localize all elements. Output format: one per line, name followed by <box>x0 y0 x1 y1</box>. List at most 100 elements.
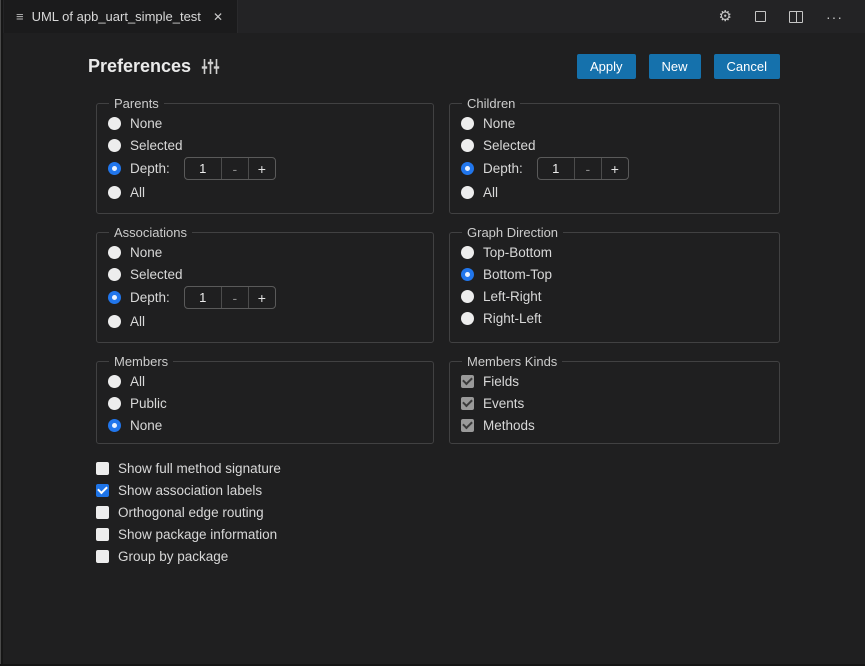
checkbox-show-full-method-signature[interactable] <box>96 462 109 475</box>
radio-associations-none[interactable] <box>108 246 121 259</box>
checkbox-label: Fields <box>483 374 519 389</box>
stepper-decrement-button[interactable]: - <box>574 158 601 179</box>
group-members-kinds: Members Kinds Fields Events Methods <box>449 354 780 444</box>
checkbox-methods[interactable] <box>461 419 474 432</box>
radio-label: All <box>130 374 145 389</box>
list-tree-icon: ≡ <box>16 9 24 24</box>
radio-label: Left-Right <box>483 289 542 304</box>
radio-row: None <box>108 414 423 436</box>
group-parents: Parents None Selected Depth: 1 - + <box>96 96 434 214</box>
window-left-edge <box>0 0 3 666</box>
checkbox-row: Show association labels <box>96 479 780 501</box>
group-associations: Associations None Selected Depth: 1 - + <box>96 225 434 343</box>
radio-row: None <box>108 241 423 263</box>
checkbox-label: Group by package <box>118 549 228 564</box>
checkbox-row: Group by package <box>96 545 780 567</box>
radio-row: All <box>108 310 423 332</box>
radio-associations-depth[interactable] <box>108 291 121 304</box>
radio-row: Left-Right <box>461 285 769 307</box>
radio-label: Selected <box>483 138 536 153</box>
checkbox-group-by-package[interactable] <box>96 550 109 563</box>
radio-label: Selected <box>130 138 183 153</box>
group-children-legend: Children <box>462 96 520 111</box>
radio-associations-selected[interactable] <box>108 268 121 281</box>
display-options-list: Show full method signature Show associat… <box>96 457 780 567</box>
square-icon[interactable] <box>755 11 766 22</box>
radio-children-none[interactable] <box>461 117 474 130</box>
checkbox-row: Show full method signature <box>96 457 780 479</box>
stepper-decrement-button[interactable]: - <box>221 158 248 179</box>
radio-members-all[interactable] <box>108 375 121 388</box>
radio-label: Top-Bottom <box>483 245 552 260</box>
radio-label: None <box>130 116 162 131</box>
group-members-legend: Members <box>109 354 173 369</box>
checkbox-label: Orthogonal edge routing <box>118 505 264 520</box>
checkbox-row: Events <box>461 392 769 414</box>
radio-parents-all[interactable] <box>108 186 121 199</box>
stepper-value[interactable]: 1 <box>538 158 574 179</box>
radio-row: Bottom-Top <box>461 263 769 285</box>
close-icon[interactable]: ✕ <box>213 10 223 24</box>
more-actions-icon[interactable]: ··· <box>826 9 843 25</box>
stepper-increment-button[interactable]: + <box>248 158 275 179</box>
radio-row: Selected <box>108 263 423 285</box>
radio-label: Right-Left <box>483 311 542 326</box>
radio-label: None <box>130 418 162 433</box>
radio-children-all[interactable] <box>461 186 474 199</box>
radio-row: Selected <box>461 134 769 156</box>
stepper-decrement-button[interactable]: - <box>221 287 248 308</box>
header-buttons: Apply New Cancel <box>577 54 780 79</box>
radio-row-depth: Depth: 1 - + <box>461 156 769 181</box>
checkbox-row: Methods <box>461 414 769 436</box>
radio-direction-top-bottom[interactable] <box>461 246 474 259</box>
radio-direction-left-right[interactable] <box>461 290 474 303</box>
radio-members-none[interactable] <box>108 419 121 432</box>
radio-row: All <box>461 181 769 203</box>
checkbox-show-association-labels[interactable] <box>96 484 109 497</box>
radio-row: All <box>108 370 423 392</box>
group-parents-legend: Parents <box>109 96 164 111</box>
radio-label: All <box>130 185 145 200</box>
group-members-kinds-legend: Members Kinds <box>462 354 562 369</box>
stepper-value[interactable]: 1 <box>185 158 221 179</box>
group-graph-direction-legend: Graph Direction <box>462 225 563 240</box>
radio-label: None <box>483 116 515 131</box>
radio-label: None <box>130 245 162 260</box>
radio-direction-right-left[interactable] <box>461 312 474 325</box>
radio-row-depth: Depth: 1 - + <box>108 285 423 310</box>
radio-members-public[interactable] <box>108 397 121 410</box>
radio-associations-all[interactable] <box>108 315 121 328</box>
tab-title: UML of apb_uart_simple_test <box>32 9 201 24</box>
settings-gear-icon[interactable]: ⚙ <box>719 9 732 24</box>
checkbox-fields[interactable] <box>461 375 474 388</box>
checkbox-row: Orthogonal edge routing <box>96 501 780 523</box>
checkbox-show-package-information[interactable] <box>96 528 109 541</box>
group-members: Members All Public None <box>96 354 434 444</box>
radio-label: Selected <box>130 267 183 282</box>
split-editor-icon[interactable] <box>789 11 803 23</box>
radio-parents-selected[interactable] <box>108 139 121 152</box>
tab-uml-preview[interactable]: ≡ UML of apb_uart_simple_test ✕ <box>4 0 238 33</box>
radio-children-depth[interactable] <box>461 162 474 175</box>
page-title: Preferences <box>88 56 191 77</box>
radio-children-selected[interactable] <box>461 139 474 152</box>
radio-row: Right-Left <box>461 307 769 329</box>
checkbox-orthogonal-edge-routing[interactable] <box>96 506 109 519</box>
radio-direction-bottom-top[interactable] <box>461 268 474 281</box>
checkbox-events[interactable] <box>461 397 474 410</box>
group-children: Children None Selected Depth: 1 - + <box>449 96 780 214</box>
apply-button[interactable]: Apply <box>577 54 636 79</box>
radio-row: Public <box>108 392 423 414</box>
stepper-value[interactable]: 1 <box>185 287 221 308</box>
radio-parents-depth[interactable] <box>108 162 121 175</box>
stepper-increment-button[interactable]: + <box>601 158 628 179</box>
preferences-panel: Preferences Apply New Cancel <box>96 54 780 567</box>
radio-label: Depth: <box>130 161 170 176</box>
radio-row: None <box>108 112 423 134</box>
new-button[interactable]: New <box>649 54 701 79</box>
checkbox-label: Show association labels <box>118 483 262 498</box>
radio-parents-none[interactable] <box>108 117 121 130</box>
stepper-increment-button[interactable]: + <box>248 287 275 308</box>
cancel-button[interactable]: Cancel <box>714 54 780 79</box>
depth-stepper: 1 - + <box>537 157 629 180</box>
